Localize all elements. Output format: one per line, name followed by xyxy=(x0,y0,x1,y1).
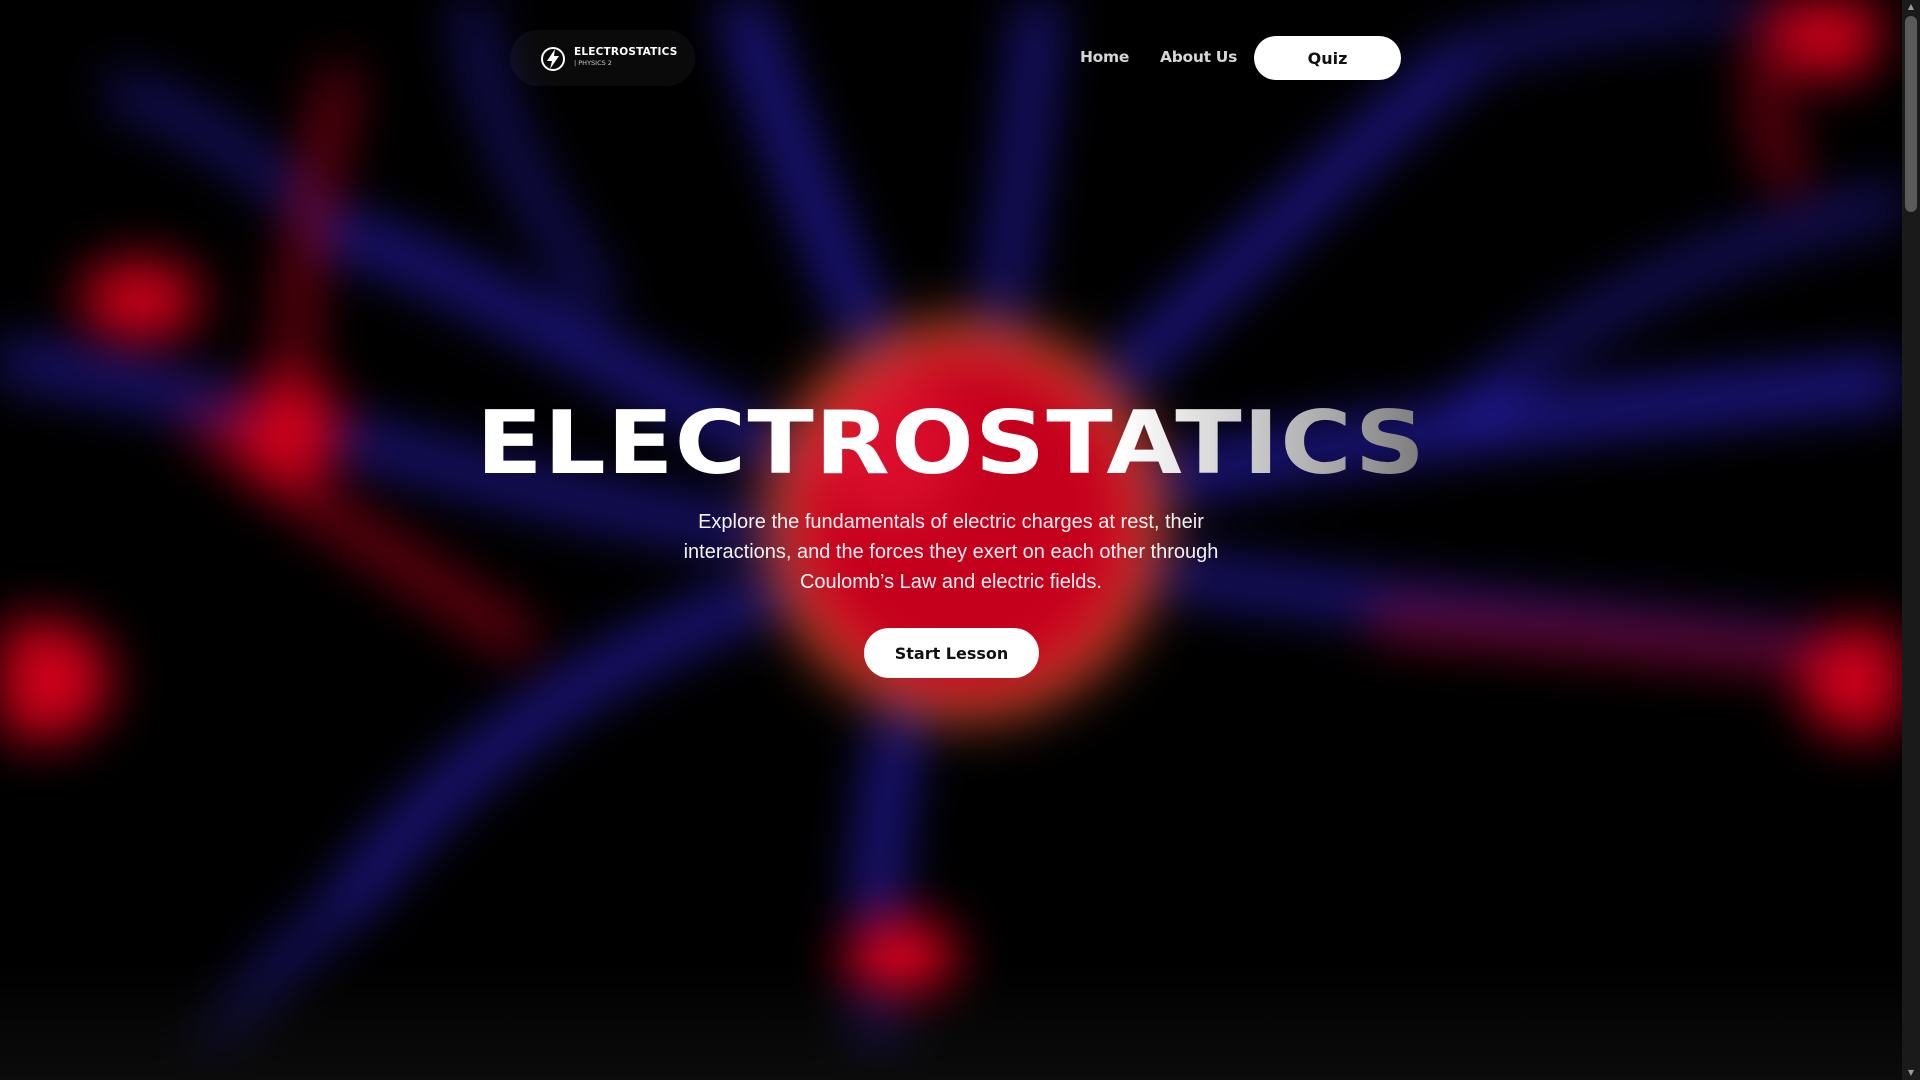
start-lesson-button[interactable]: Start Lesson xyxy=(864,628,1039,678)
brand-title: ELECTROSTATICS xyxy=(574,46,678,58)
nav-link-about-us[interactable]: About Us xyxy=(1160,48,1237,66)
vertical-scrollbar[interactable]: ▲ ▼ xyxy=(1902,0,1920,1080)
brand-logo[interactable]: ELECTROSTATICS | PHYSICS 2 xyxy=(510,30,695,86)
scroll-down-arrow-icon[interactable]: ▼ xyxy=(1902,1066,1920,1080)
bottom-fade xyxy=(0,960,1902,1080)
hero-description: Explore the fundamentals of electric cha… xyxy=(683,511,1219,593)
hero-title: ELECTROSTATICS xyxy=(0,400,1902,487)
page-viewport: ELECTROSTATICS | PHYSICS 2 Home About Us… xyxy=(0,0,1902,1080)
top-navigation: ELECTROSTATICS | PHYSICS 2 Home About Us… xyxy=(510,30,1402,86)
nav-link-home[interactable]: Home xyxy=(1080,48,1129,66)
hero-title-text: ELECTROSTATICS xyxy=(476,392,1426,494)
quiz-button[interactable]: Quiz xyxy=(1254,36,1401,80)
brand-subtitle: | PHYSICS 2 xyxy=(574,59,612,67)
lightning-bolt-icon xyxy=(540,46,566,72)
scroll-thumb[interactable] xyxy=(1905,16,1917,212)
scroll-up-arrow-icon[interactable]: ▲ xyxy=(1902,0,1920,14)
